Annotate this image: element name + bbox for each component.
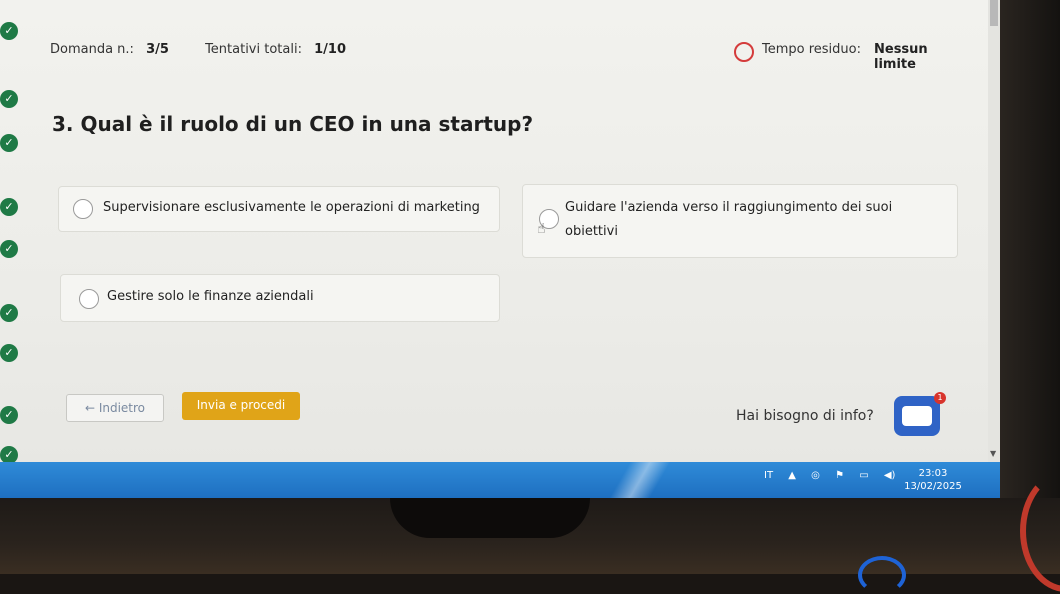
- check-icon: ✓: [0, 240, 18, 258]
- clock[interactable]: 23:03 13/02/2025: [902, 467, 964, 493]
- scrollbar[interactable]: [988, 0, 1000, 462]
- back-button[interactable]: ← Indietro: [66, 394, 164, 422]
- chat-icon: [902, 406, 932, 426]
- radio-icon[interactable]: [79, 289, 99, 309]
- taskbar-highlight: [600, 462, 680, 498]
- cursor-icon: ☝: [537, 221, 546, 237]
- answer-option-label: Supervisionare esclusivamente le operazi…: [103, 200, 480, 215]
- answer-option-label-continued: obiettivi: [565, 224, 618, 239]
- language-indicator[interactable]: IT: [764, 470, 773, 481]
- check-icon: ✓: [0, 304, 18, 322]
- help-text: Hai bisogno di info?: [736, 408, 874, 424]
- search-icon[interactable]: ◎: [811, 470, 820, 481]
- check-icon: ✓: [0, 344, 18, 362]
- check-icon: ✓: [0, 406, 18, 424]
- timer-icon: [734, 42, 754, 62]
- scrollbar-thumb[interactable]: [990, 0, 998, 26]
- speaker-icon[interactable]: ◀): [884, 470, 896, 481]
- time-remaining-label: Tempo residuo:: [762, 42, 861, 57]
- check-icon: ✓: [0, 134, 18, 152]
- clock-time: 23:03: [918, 468, 948, 479]
- answer-option-label: Guidare l'azienda verso il raggiungiment…: [565, 200, 893, 215]
- answer-option[interactable]: Gestire solo le finanze aziendali: [60, 274, 500, 322]
- scroll-down-arrow-icon[interactable]: ▼: [990, 450, 998, 458]
- attempts-label: Tentativi totali:: [205, 42, 302, 57]
- flag-icon[interactable]: ⚑: [835, 470, 844, 481]
- attempts-value: 1/10: [314, 42, 346, 57]
- notification-badge: 1: [934, 392, 946, 404]
- quiz-info-bar: Domanda n.: 3/5 Tentativi totali: 1/10 T…: [50, 42, 970, 72]
- monitor-stand: [390, 498, 590, 538]
- blue-light-shape: [858, 556, 906, 594]
- question-number-label: Domanda n.:: [50, 42, 134, 57]
- taskbar: IT ▲ ◎ ⚑ ▭ ◀) 23:03 13/02/2025: [0, 462, 1000, 498]
- check-icon: ✓: [0, 22, 18, 40]
- time-remaining-value: Nessun limite: [874, 42, 928, 72]
- answer-option-label: Gestire solo le finanze aziendali: [107, 289, 314, 304]
- submit-button[interactable]: Invia e procedi: [182, 392, 300, 420]
- up-arrow-icon[interactable]: ▲: [788, 470, 796, 481]
- radio-icon[interactable]: [73, 199, 93, 219]
- check-icon: ✓: [0, 90, 18, 108]
- check-icon: ✓: [0, 198, 18, 216]
- answer-option[interactable]: Guidare l'azienda verso il raggiungiment…: [522, 184, 958, 258]
- system-tray: IT ▲ ◎ ⚑ ▭ ◀): [764, 470, 907, 481]
- battery-icon[interactable]: ▭: [859, 470, 868, 481]
- answer-option[interactable]: Supervisionare esclusivamente le operazi…: [58, 186, 500, 232]
- question-number-value: 3/5: [146, 42, 169, 57]
- quiz-screen: ✓ ✓ ✓ ✓ ✓ ✓ ✓ ✓ ✓ Domanda n.: 3/5 Tentat…: [0, 0, 1000, 498]
- clock-date: 13/02/2025: [904, 481, 962, 492]
- question-title: 3. Qual è il ruolo di un CEO in una star…: [52, 112, 534, 136]
